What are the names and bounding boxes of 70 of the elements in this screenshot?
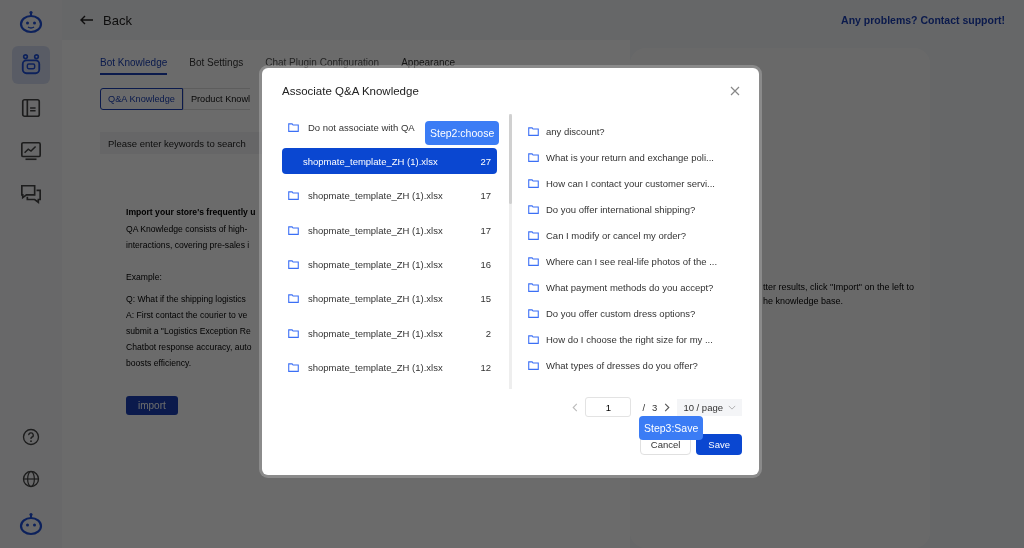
folder-icon: [528, 204, 539, 214]
folder-icon: [288, 191, 299, 201]
folder-icon: [288, 294, 299, 304]
file-item[interactable]: shopmate_template_ZH (1).xlsx 16: [282, 251, 497, 278]
folder-icon: [288, 225, 299, 235]
page-total: 3: [652, 401, 658, 413]
file-item[interactable]: shopmate_template_ZH (1).xlsx 15: [282, 285, 497, 312]
question-item[interactable]: Do you offer international shipping?: [528, 196, 718, 222]
example-label: Example:: [126, 271, 162, 284]
question-item[interactable]: What types of dresses do you offer?: [528, 352, 718, 378]
folder-icon: [288, 363, 299, 373]
folder-icon: [528, 360, 539, 370]
guide-tooltip: Step2:choose: [425, 121, 500, 145]
next-icon[interactable]: [664, 402, 671, 412]
file-item[interactable]: shopmate_template_ZH (1).xlsx 17: [282, 217, 497, 244]
file-item[interactable]: shopmate_template_ZH (1).xlsx 2: [282, 320, 497, 347]
file-item[interactable]: shopmate_template_ZH (1).xlsx 17: [282, 182, 497, 209]
intro-heading: Import your store's frequently u: [126, 206, 256, 219]
folder-icon: [528, 308, 539, 318]
question-item[interactable]: How do I choose the right size for my ...: [528, 326, 718, 352]
search-field[interactable]: Please enter keywords to search: [100, 132, 262, 154]
prev-icon[interactable]: [572, 402, 579, 412]
folder-icon: [288, 260, 299, 270]
intro-text: interactions, covering pre-sales i: [126, 239, 250, 252]
example-text: Chatbot response accuracy, auto: [126, 341, 252, 354]
page-size-select[interactable]: 10 / page: [677, 398, 742, 416]
question-item[interactable]: What payment methods do you accept?: [528, 274, 718, 300]
scrollbar-thumb[interactable]: [509, 114, 512, 204]
question-item[interactable]: Can I modify or cancel my order?: [528, 222, 718, 248]
intro-text: QA Knowledge consists of high-: [126, 223, 248, 236]
question-item[interactable]: Do you offer custom dress options?: [528, 300, 718, 326]
folder-icon: [528, 126, 539, 136]
page-field[interactable]: 1: [585, 397, 632, 417]
robot-icon[interactable]: [19, 512, 43, 536]
card-text: tter results, click "Import" on the left to: [763, 281, 915, 294]
file-item[interactable]: shopmate_template_ZH (1).xlsx 27: [282, 148, 497, 175]
back-arrow-icon[interactable]: [80, 15, 94, 25]
sidebar-item[interactable]: [12, 46, 50, 84]
guide-tooltip: Step3:Save: [639, 416, 704, 440]
folder-icon: [528, 282, 539, 292]
card-text: he knowledge base.: [763, 295, 845, 308]
question-item[interactable]: any discount?: [528, 118, 718, 144]
close-icon[interactable]: [730, 86, 740, 96]
chart-icon: [20, 140, 42, 162]
question-item[interactable]: What is your return and exchange poli...: [528, 144, 718, 170]
robot-logo: [19, 10, 43, 34]
folder-icon: [528, 334, 539, 344]
example-text: submit a "Logistics Exception Re: [126, 325, 251, 338]
folder-icon: [528, 256, 539, 266]
example-text: Q: What if the shipping logistics: [126, 293, 246, 306]
subtab[interactable]: Product Knowl: [182, 88, 251, 110]
folder-icon: [528, 178, 539, 188]
document-icon: [20, 97, 42, 119]
question-item[interactable]: Where can I see real-life photos of the ...: [528, 248, 718, 274]
page-separator: /: [642, 401, 646, 413]
folder-icon: [288, 122, 299, 132]
dialog-title: Associate Q&A Knowledge: [282, 85, 419, 97]
folder-icon: [288, 328, 299, 338]
robot-icon: [20, 54, 42, 76]
folder-icon: [528, 152, 539, 162]
folder-icon: [528, 230, 539, 240]
help-icon[interactable]: [22, 428, 40, 446]
chat-icon: [20, 183, 42, 205]
example-text: A: First contact the courier to ve: [126, 309, 248, 322]
file-item[interactable]: shopmate_template_ZH (1).xlsx 12: [282, 354, 497, 381]
globe-icon[interactable]: [22, 470, 40, 488]
example-text: boosts efficiency.: [126, 357, 192, 370]
save-button[interactable]: Save: [696, 434, 742, 455]
caret-icon: [728, 404, 736, 410]
question-item[interactable]: How can I contact your customer servi...: [528, 170, 718, 196]
